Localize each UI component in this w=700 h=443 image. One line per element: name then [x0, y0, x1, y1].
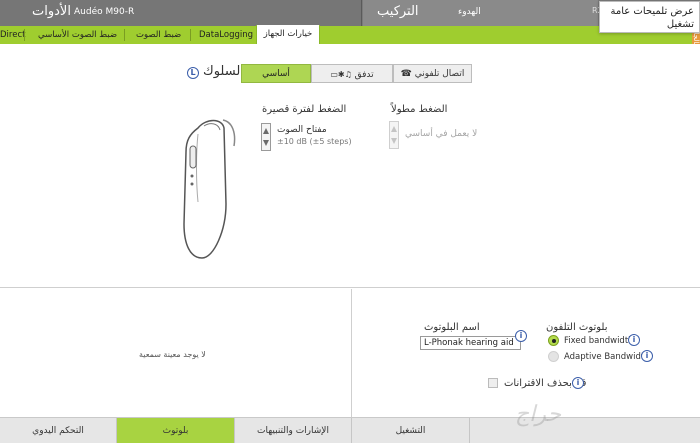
bottom-tab-manual-control[interactable]: التحكم اليدوي [0, 418, 116, 443]
fixed-bandwidth-radio[interactable] [548, 335, 559, 346]
tab-basic-tuning[interactable]: ضبط الصوت الأساسي [38, 26, 118, 44]
behavior-tab-streaming-label: تدفق [354, 70, 374, 80]
fitting-section[interactable]: التركيب الهدوء [363, 0, 598, 26]
tools-section[interactable]: الأدوات Audéo M90-R [0, 0, 362, 26]
devices-panel: لا يوجد معينة سمعية [0, 289, 352, 417]
short-press-title: الضغط لفترة قصيرة [262, 104, 347, 115]
behavior-tabs: ☎ اتصال تلفوني ▭✱♫ تدفق أساسي [241, 64, 472, 83]
bluetooth-name-input[interactable]: L-Phonak hearing aid [420, 336, 521, 350]
short-press-stepper[interactable] [261, 123, 271, 151]
info-icon[interactable]: i [515, 330, 527, 342]
tab-datalogging[interactable]: DataLogging [199, 26, 253, 44]
adaptive-bandwidth-label: Adaptive Bandwidth [564, 352, 650, 362]
long-press-value: لا يعمل في أساسي [405, 129, 478, 139]
tab-divider [190, 29, 191, 41]
bluetooth-name-label: اسم البلوتوث [424, 322, 480, 333]
hearing-aid-illustration [183, 119, 236, 259]
info-icon[interactable]: i [641, 350, 653, 362]
bottom-tab-bluetooth[interactable]: بلوتوث [117, 418, 234, 443]
bottom-tab-bar: التحكم اليدوي بلوتوث الإشارات والتنبيهات… [0, 417, 700, 443]
streaming-icons: ▭✱♫ [330, 70, 352, 79]
behavior-tab-phone-label: اتصال تلفوني [414, 69, 465, 79]
no-devices-message: لا يوجد معينة سمعية [139, 350, 206, 359]
bottom-tab-startup[interactable]: التشغيل [352, 418, 469, 443]
phone-icon: ☎ [400, 69, 412, 79]
up-arrow-icon [391, 126, 397, 132]
adaptive-bandwidth-radio[interactable] [548, 351, 559, 362]
down-arrow-icon [391, 138, 397, 144]
phone-bluetooth-label: بلوتوث التلفون [546, 322, 608, 333]
tools-title[interactable]: الأدوات [32, 4, 71, 19]
short-press-sub: ±10 dB (±5 steps) [277, 137, 352, 146]
device-name: Audéo M90-R [74, 7, 135, 17]
tab-device-options[interactable]: خيارات الجهاز [256, 25, 320, 45]
tab-divider [24, 29, 25, 41]
tab-bar: Direct ضبط الصوت الأساسي ضبط الصوت DataL… [0, 25, 692, 45]
quiet-label: الهدوء [458, 7, 481, 17]
short-press-value: مفتاح الصوت [277, 125, 327, 135]
info-icon[interactable]: L [187, 67, 199, 79]
info-icon[interactable]: i [572, 377, 584, 389]
behavior-tab-basic[interactable]: أساسي [241, 64, 311, 83]
hints-popup[interactable]: عرض تلميحات عامة تشغيل [599, 1, 700, 33]
tab-direct[interactable]: Direct [0, 26, 25, 44]
fixed-bandwidth-label: Fixed bandwidth [564, 336, 634, 346]
device-options-panel: السلوك L ☎ اتصال تلفوني ▭✱♫ تدفق أساسي ا… [0, 44, 700, 288]
long-press-title: الضغط مطولاً [391, 104, 448, 115]
down-arrow-icon[interactable] [263, 140, 269, 146]
tab-sound-tuning[interactable]: ضبط الصوت [136, 26, 184, 44]
up-arrow-icon[interactable] [263, 128, 269, 134]
bottom-tab-alerts[interactable]: الإشارات والتنبيهات [235, 418, 351, 443]
bottom-divider [469, 418, 470, 443]
behavior-tab-streaming[interactable]: ▭✱♫ تدفق [311, 64, 393, 83]
behavior-title: السلوك [203, 64, 244, 79]
tab-divider [124, 29, 125, 41]
popup-line-on[interactable]: تشغيل [605, 18, 694, 31]
top-bar: الأدوات Audéo M90-R التركيب الهدوء R2 [0, 0, 700, 26]
fitting-title[interactable]: التركيب [377, 4, 419, 19]
delete-pairings-checkbox[interactable] [488, 378, 498, 388]
popup-line-hints[interactable]: عرض تلميحات عامة [605, 5, 694, 18]
behavior-tab-phone[interactable]: ☎ اتصال تلفوني [393, 64, 472, 83]
watermark: حراج [515, 402, 562, 427]
long-press-stepper [389, 121, 399, 149]
info-icon[interactable]: i [628, 334, 640, 346]
